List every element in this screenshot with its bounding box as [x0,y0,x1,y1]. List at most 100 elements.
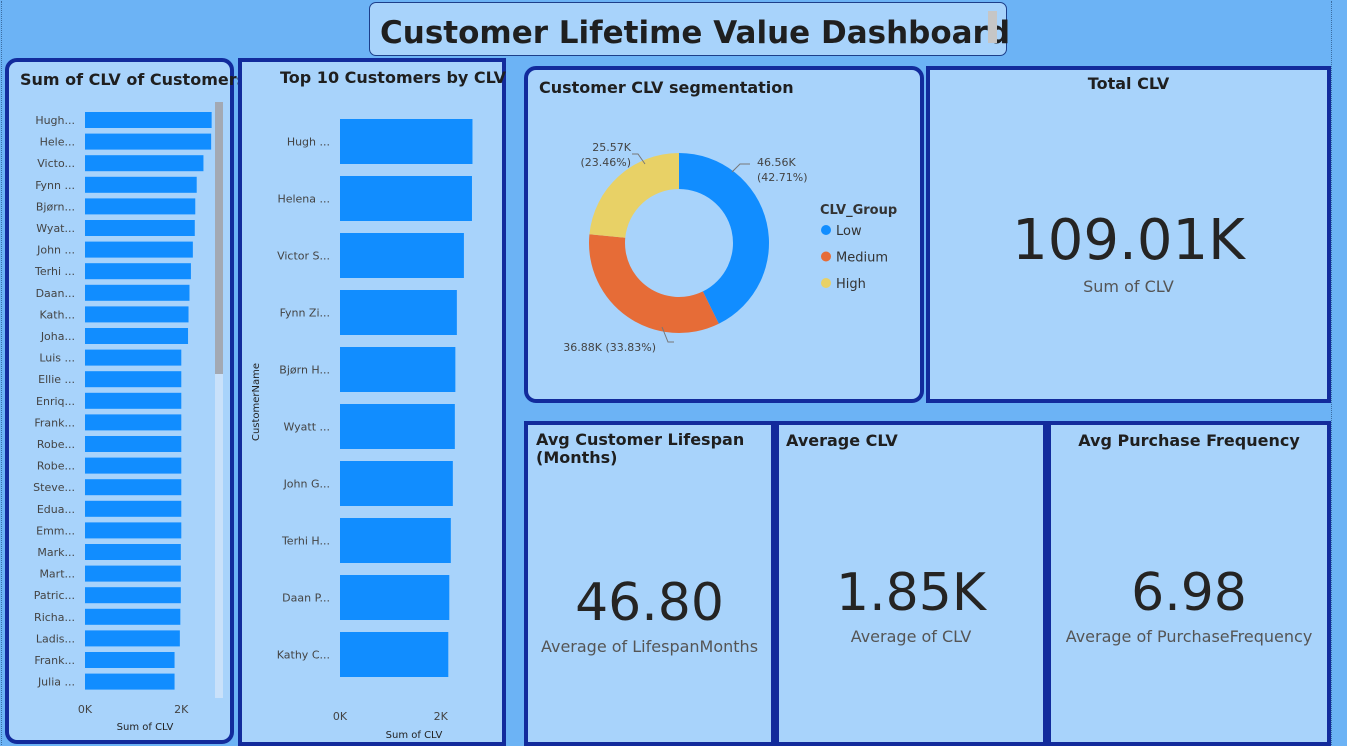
bar-label: Julia ... [37,676,75,689]
bar [340,233,464,278]
bar-label: Wyat... [36,222,75,235]
bar [85,220,195,236]
avg-clv-title: Average CLV [786,431,898,450]
x-tick-label: 0K [78,703,93,716]
bar-label: Terhi ... [34,265,75,278]
lifespan-label: Average of LifespanMonths [540,637,759,656]
slice-label-low-pct: (42.71%) [757,171,808,184]
total-clv-card[interactable]: Total CLV 109.01K Sum of CLV [926,66,1331,403]
bar [85,241,193,258]
bar-label: Terhi H... [281,535,330,548]
bar [340,404,455,449]
bar-label: Victor S... [277,250,330,263]
legend-dot-high [821,278,831,288]
bar-label: Joha... [40,330,75,343]
total-clv-label: Sum of CLV [1083,277,1174,296]
bar-label: Ladis... [36,632,75,645]
lifespan-title-line1: Avg Customer Lifespan [536,430,745,449]
bar [85,608,181,625]
segmentation-panel[interactable]: Customer CLV segmentation 46.56K (42.71%)… [524,66,924,403]
bar [85,112,212,128]
bar-label: Bjørn H... [279,364,330,377]
bar [340,632,449,677]
bar [340,119,473,164]
avg-clv-value: 1.85K [836,563,986,623]
bar-label: Hele... [40,136,75,149]
bar-label: Mart... [39,568,75,581]
x-axis-title: Sum of CLV [117,722,174,733]
bar [85,155,204,172]
bar [85,349,182,366]
bar-label: Kathy C... [277,649,330,662]
legend-dot-medium [821,251,831,262]
bar-label: Robe... [37,438,75,451]
slice-label-high: 25.57K [592,141,631,154]
bar-label: Bjørn... [36,200,75,213]
lifespan-card[interactable]: Avg Customer Lifespan (Months) 46.80 Ave… [524,421,775,746]
donut-slice-medium [589,234,719,333]
bar [340,575,450,620]
bar [85,522,182,539]
clv-customers-chart: Hugh... Hele... Victo... Fynn ... Bjørn... Wy… [33,102,223,733]
y-axis-title: CustomerName [251,363,262,441]
bar-label: Hugh ... [287,136,330,149]
legend-item-medium: Medium [836,251,888,266]
bar-label: Frank... [34,416,75,429]
bar-label: John G... [283,478,330,491]
bar-label: Hugh... [35,114,75,127]
bar-label: John ... [36,244,75,257]
bar [85,673,175,690]
x-tick-label: 2K [434,710,449,723]
scrollbar-thumb [215,102,223,374]
total-clv-value: 109.01K [1012,208,1245,273]
avg-clv-card[interactable]: Average CLV 1.85K Average of CLV [775,421,1047,746]
legend-item-low: Low [836,224,862,239]
x-axis-title: Sum of CLV [386,730,443,741]
clv-customers-panel[interactable]: Sum of CLV of Customers Hugh... Hele... Vi… [5,58,246,744]
leader-line [731,163,750,173]
bar [340,461,453,506]
bar [85,630,180,647]
bar-label: Ellie ... [38,373,75,386]
bar-label: Frank... [34,654,75,667]
bar [85,176,197,193]
bar-label: Mark... [37,546,75,559]
legend-title: CLV_Group [820,203,897,218]
bar-label: Kath... [39,308,75,321]
legend-item-high: High [836,277,866,292]
bar [85,371,182,388]
bar [85,284,190,301]
lifespan-title: Avg Customer Lifespan (Months) [536,431,744,467]
slice-label-medium: 36.88K (33.83%) [563,341,656,354]
bar-label: Daan P... [282,592,330,605]
frequency-card[interactable]: Avg Purchase Frequency 6.98 Average of P… [1047,421,1331,746]
bar [85,198,196,215]
bar [85,392,182,409]
frequency-title: Avg Purchase Frequency [1078,431,1300,450]
title-scrollbar[interactable] [988,11,997,43]
bar [85,306,189,323]
bar-label: Emm... [36,524,75,537]
bar-label: Helena ... [277,193,330,206]
bar-label: Enriq... [36,395,75,408]
bar [85,565,181,582]
bar [85,263,191,280]
bar [85,587,181,604]
bar [340,176,472,221]
legend-dot-low [821,225,831,235]
top10-panel[interactable]: Top 10 Customers by CLV Hugh ... Helena .… [238,58,506,746]
dashboard-title-box[interactable]: Customer Lifetime Value Dashboard [369,2,1011,56]
bar [85,652,175,668]
bar [85,436,182,452]
lifespan-value: 46.80 [575,573,724,633]
dashboard-title: Customer Lifetime Value Dashboard [380,15,1011,51]
bar [340,518,451,563]
bar-label: Patric... [34,589,75,602]
x-tick-label: 2K [174,703,189,716]
bar [85,544,181,560]
bar [340,347,456,392]
bar-label: Daan... [36,287,75,300]
bar-label: Steve... [33,481,75,494]
total-clv-title: Total CLV [1087,74,1170,93]
bar [85,328,189,344]
